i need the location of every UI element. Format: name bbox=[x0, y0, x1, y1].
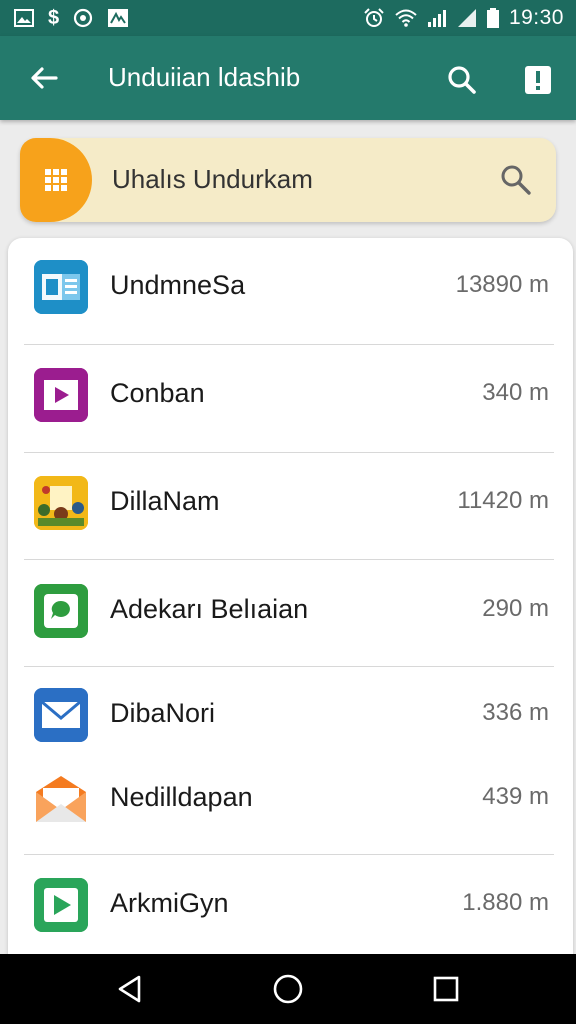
arrow-back-icon bbox=[31, 67, 58, 89]
nav-home-icon bbox=[273, 974, 303, 1004]
nav-back-icon bbox=[118, 975, 141, 1003]
status-bar: $ 19:30 bbox=[0, 0, 576, 36]
app-size: 340 m bbox=[482, 379, 549, 406]
status-time: 19:30 bbox=[508, 6, 564, 29]
status-right-icons: 19:30 bbox=[363, 6, 564, 30]
search-icon bbox=[448, 66, 476, 94]
search-icon[interactable] bbox=[498, 162, 534, 198]
mail-icon bbox=[34, 688, 88, 742]
alert-button[interactable] bbox=[516, 58, 560, 102]
word-doc-icon bbox=[34, 260, 88, 314]
divider bbox=[24, 344, 554, 345]
app-name: DillaNam bbox=[110, 486, 220, 516]
list-item[interactable]: DillaNam 11420 m bbox=[8, 454, 573, 554]
page-title: Unduiian ldashib bbox=[108, 62, 301, 92]
alert-icon bbox=[525, 66, 551, 94]
app-name: Conban bbox=[110, 378, 205, 408]
list-item[interactable]: Adekarı Belıaian 290 m bbox=[8, 562, 573, 662]
app-name: ArkmiGyn bbox=[110, 888, 229, 918]
nav-back-button[interactable] bbox=[110, 969, 150, 1009]
chat-bubble-icon bbox=[34, 584, 88, 638]
search-button[interactable] bbox=[440, 58, 484, 102]
list-item[interactable]: UndmneSa 13890 m bbox=[8, 238, 573, 338]
grid-icon bbox=[45, 169, 67, 191]
signal-icon bbox=[457, 8, 477, 28]
app-name: UndmneSa bbox=[110, 270, 246, 300]
status-left-icons: $ bbox=[14, 7, 129, 30]
signal-icon bbox=[427, 8, 447, 28]
list-item[interactable]: Nedilldapan 439 m bbox=[8, 750, 573, 850]
dollar-icon: $ bbox=[48, 6, 60, 29]
nav-recents-button[interactable] bbox=[426, 969, 466, 1009]
nav-recents-icon bbox=[433, 976, 459, 1002]
divider bbox=[24, 559, 554, 560]
list-item[interactable]: ArkmiGyn 1.880 m bbox=[8, 856, 573, 956]
sync-circle-icon bbox=[73, 8, 93, 28]
app-size: 13890 m bbox=[455, 271, 549, 298]
nav-home-button[interactable] bbox=[268, 969, 308, 1009]
battery-icon bbox=[486, 8, 499, 28]
game-icon bbox=[34, 476, 88, 530]
alarm-icon bbox=[363, 8, 385, 28]
app-size: 336 m bbox=[482, 699, 549, 726]
search-card[interactable]: Uhalıs Undurkam bbox=[20, 138, 556, 222]
app-size: 11420 m bbox=[457, 487, 549, 514]
gallery-icon bbox=[14, 9, 34, 27]
app-bar: Unduiian ldashib bbox=[0, 36, 576, 120]
app-list: UndmneSa 13890 m Conban 340 m DillaNam 1… bbox=[8, 238, 573, 958]
app-name: Adekarı Belıaian bbox=[110, 594, 309, 624]
app-notification-icon bbox=[107, 8, 129, 28]
app-name: Nedilldapan bbox=[110, 782, 253, 812]
back-button[interactable] bbox=[24, 58, 64, 98]
app-name: DibaNori bbox=[110, 698, 216, 728]
app-size: 1.880 m bbox=[462, 889, 549, 916]
wifi-icon bbox=[395, 9, 417, 27]
play-video-icon bbox=[34, 368, 88, 422]
app-size: 439 m bbox=[482, 783, 549, 810]
divider bbox=[24, 452, 554, 453]
app-size: 290 m bbox=[482, 595, 549, 622]
search-text: Uhalıs Undurkam bbox=[112, 164, 313, 194]
play-store-icon bbox=[34, 878, 88, 932]
envelope-icon bbox=[34, 772, 88, 826]
navigation-bar bbox=[0, 954, 576, 1024]
grid-badge bbox=[20, 138, 92, 222]
list-item[interactable]: Conban 340 m bbox=[8, 346, 573, 446]
divider bbox=[24, 854, 554, 855]
